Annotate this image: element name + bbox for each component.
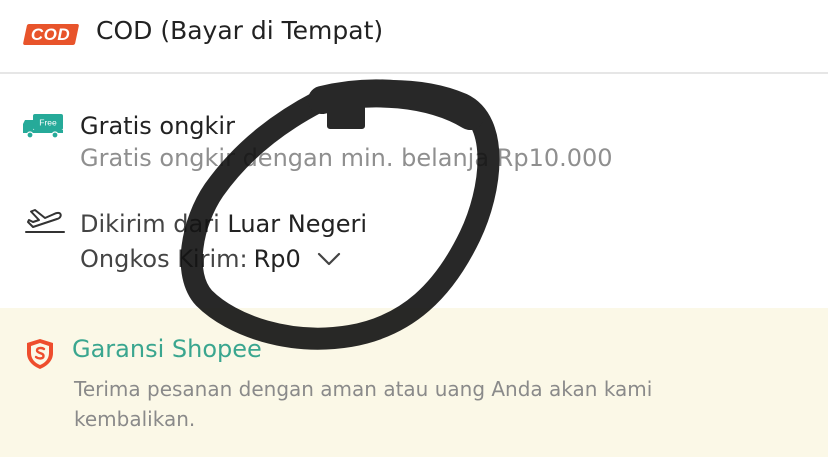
shipping-fee-selector[interactable]: Ongkos Kirim: Rp0 — [80, 245, 341, 273]
shield-icon — [27, 339, 53, 369]
shipping-fee-value: Rp0 — [253, 245, 301, 273]
shipped-from-location: Luar Negeri — [227, 210, 367, 238]
free-shipping-subtitle: Gratis ongkir dengan min. belanja Rp10.0… — [80, 144, 613, 172]
guarantee-description: Terima pesanan dengan aman atau uang And… — [74, 377, 653, 431]
chevron-down-icon[interactable] — [317, 251, 341, 267]
guarantee-title: Garansi Shopee — [72, 335, 262, 363]
free-truck-text: Free — [39, 118, 57, 128]
cod-payment-row: COD COD (Bayar di Tempat) — [0, 0, 828, 74]
product-shipping-panel: COD COD (Bayar di Tempat) Free Gratis on… — [0, 0, 828, 457]
shipped-from-line: Dikirim dari Luar Negeri — [80, 210, 367, 238]
cod-badge-text: COD — [31, 24, 71, 44]
free-shipping-truck-icon: Free — [23, 114, 63, 139]
airplane-icon — [25, 209, 65, 233]
free-shipping-title: Gratis ongkir — [80, 112, 235, 140]
cod-label: COD (Bayar di Tempat) — [96, 16, 384, 45]
shipped-from-prefix: Dikirim dari — [80, 210, 220, 238]
shopee-guarantee-banner[interactable]: Garansi Shopee Terima pesanan dengan ama… — [0, 308, 828, 457]
cod-badge-icon: COD — [22, 24, 80, 45]
shipping-fee-label: Ongkos Kirim: — [80, 245, 248, 273]
